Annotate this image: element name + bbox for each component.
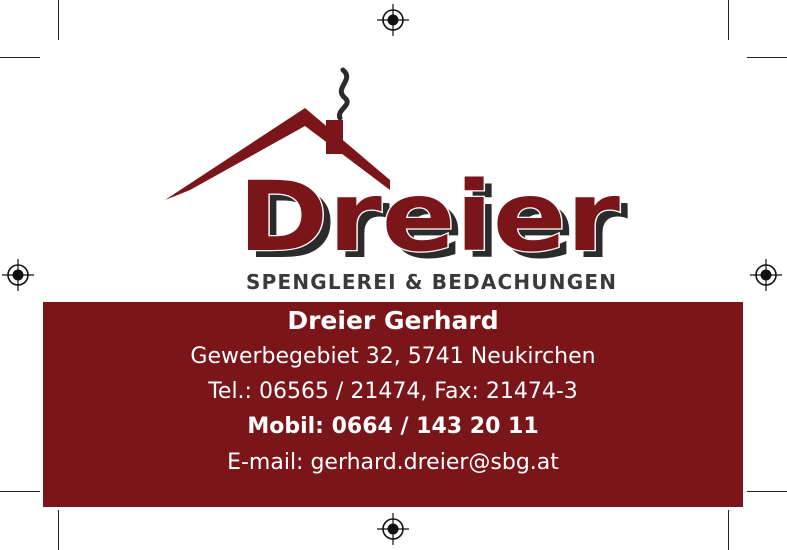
brand-logo: Dreier Dreier xyxy=(165,67,629,280)
crop-mark xyxy=(728,510,729,550)
crop-mark xyxy=(747,491,787,492)
brand-tagline: SPENGLEREI & BEDACHUNGEN xyxy=(246,270,618,294)
contact-mobile: Mobil: 0664 / 143 20 11 xyxy=(247,414,539,439)
crop-mark xyxy=(0,491,40,492)
brand-wordmark: Dreier xyxy=(238,161,621,273)
registration-mark-icon xyxy=(377,513,409,545)
contact-panel: Dreier Gerhard Gewerbegebiet 32, 5741 Ne… xyxy=(43,302,743,507)
contact-email[interactable]: E-mail: gerhard.dreier@sbg.at xyxy=(43,450,743,475)
crop-mark xyxy=(58,510,59,550)
contact-name: Dreier Gerhard xyxy=(287,306,499,335)
contact-phone-fax: Tel.: 06565 / 21474, Fax: 21474-3 xyxy=(208,379,578,404)
contact-address: Gewerbegebiet 32, 5741 Neukirchen xyxy=(190,344,596,369)
